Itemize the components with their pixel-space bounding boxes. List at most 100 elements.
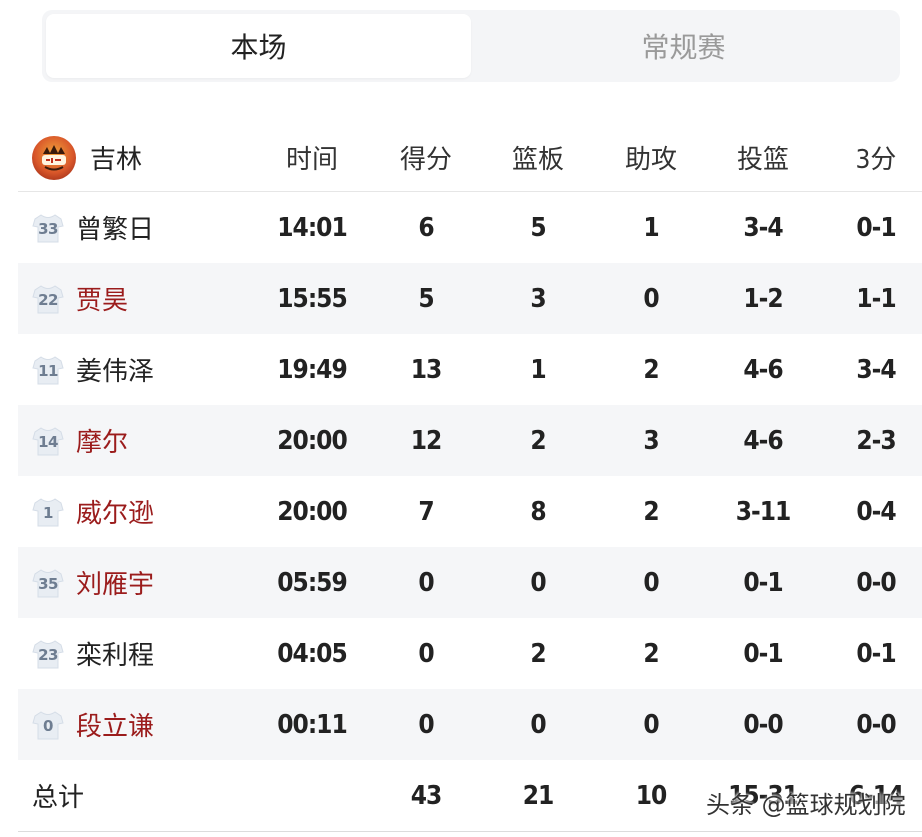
player-three: 3-4 [856, 354, 896, 385]
player-assists: 0 [643, 709, 659, 740]
player-time: 20:00 [277, 425, 347, 456]
player-assists: 2 [643, 354, 659, 385]
table-row-4[interactable]: 14 摩尔 20:00 12 2 3 4-6 2-3 [18, 405, 922, 476]
player-assists: 2 [643, 638, 659, 669]
player-name[interactable]: 栾利程 [76, 635, 154, 672]
player-cell: 23 栾利程 [18, 618, 268, 689]
column-header-three[interactable]: 3分 [836, 124, 916, 191]
player-assists: 0 [643, 567, 659, 598]
tab-bar-container: 本场 常规赛 [18, 0, 922, 120]
player-fg: 3-11 [735, 496, 792, 527]
player-rebounds: 0 [530, 567, 546, 598]
team-cell: 吉林 [18, 124, 268, 191]
player-assists: 2 [643, 496, 659, 527]
table-header: 吉林 时间 得分 篮板 助攻 投篮 3分 [18, 124, 922, 192]
jersey-icon: 0 [32, 710, 64, 740]
player-points: 6 [418, 212, 434, 243]
box-score-table: 吉林 时间 得分 篮板 助攻 投篮 3分 33 曾繁日 14:01 6 5 1 … [18, 124, 922, 832]
player-assists: 3 [643, 425, 659, 456]
player-points: 5 [418, 283, 434, 314]
column-header-time[interactable]: 时间 [262, 124, 362, 191]
player-cell: 33 曾繁日 [18, 192, 268, 263]
player-name[interactable]: 刘雁宇 [76, 564, 154, 601]
player-points: 13 [410, 354, 443, 385]
jersey-number: 23 [38, 645, 58, 664]
totals-assists: 10 [635, 780, 668, 811]
player-name[interactable]: 贾昊 [76, 280, 128, 317]
player-three: 0-1 [856, 638, 896, 669]
column-header-fg[interactable]: 投篮 [713, 124, 813, 191]
player-name[interactable]: 威尔逊 [76, 493, 154, 530]
player-assists: 1 [643, 212, 659, 243]
player-time: 00:11 [277, 709, 347, 740]
jersey-icon: 11 [32, 355, 64, 385]
player-rebounds: 0 [530, 709, 546, 740]
player-cell: 0 段立谦 [18, 689, 268, 760]
player-points: 0 [418, 567, 434, 598]
player-three: 0-4 [856, 496, 896, 527]
table-row-2[interactable]: 22 贾昊 15:55 5 3 0 1-2 1-1 [18, 263, 922, 334]
jersey-number: 1 [43, 503, 53, 522]
player-points: 0 [418, 709, 434, 740]
column-header-rebounds[interactable]: 篮板 [488, 124, 588, 191]
table-row-1[interactable]: 33 曾繁日 14:01 6 5 1 3-4 0-1 [18, 192, 922, 263]
jersey-icon: 33 [32, 213, 64, 243]
totals-rebounds: 21 [522, 780, 555, 811]
table-row-5[interactable]: 1 威尔逊 20:00 7 8 2 3-11 0-4 [18, 476, 922, 547]
column-header-assists[interactable]: 助攻 [601, 124, 701, 191]
player-name[interactable]: 段立谦 [76, 706, 154, 743]
player-rebounds: 5 [530, 212, 546, 243]
table-row-6[interactable]: 35 刘雁宇 05:59 0 0 0 0-1 0-0 [18, 547, 922, 618]
player-points: 0 [418, 638, 434, 669]
column-header-points[interactable]: 得分 [376, 124, 476, 191]
player-cell: 14 摩尔 [18, 405, 268, 476]
player-fg: 1-2 [743, 283, 783, 314]
player-rebounds: 2 [530, 638, 546, 669]
player-time: 04:05 [277, 638, 347, 669]
player-cell: 22 贾昊 [18, 263, 268, 334]
player-cell: 11 姜伟泽 [18, 334, 268, 405]
player-name[interactable]: 曾繁日 [76, 209, 154, 246]
jersey-number: 11 [38, 361, 58, 380]
player-three: 2-3 [856, 425, 896, 456]
table-row-8[interactable]: 0 段立谦 00:11 0 0 0 0-0 0-0 [18, 689, 922, 760]
totals-label-cell: 总计 [18, 760, 268, 831]
watermark: 头条 @篮球规划院 [706, 790, 906, 819]
player-fg: 3-4 [743, 212, 783, 243]
tab-this-game[interactable]: 本场 [46, 14, 471, 78]
player-time: 14:01 [277, 212, 347, 243]
player-cell: 35 刘雁宇 [18, 547, 268, 618]
player-three: 1-1 [856, 283, 896, 314]
player-fg: 0-1 [743, 638, 783, 669]
player-time: 15:55 [277, 283, 347, 314]
team-name: 吉林 [90, 145, 143, 175]
jersey-number: 0 [43, 716, 53, 735]
player-three: 0-0 [856, 709, 896, 740]
player-name[interactable]: 摩尔 [76, 422, 128, 459]
jilin-team-logo-icon [32, 135, 76, 180]
jersey-icon: 35 [32, 568, 64, 598]
player-fg: 4-6 [743, 354, 783, 385]
player-cell: 1 威尔逊 [18, 476, 268, 547]
player-fg: 4-6 [743, 425, 783, 456]
jersey-icon: 1 [32, 497, 64, 527]
player-assists: 0 [643, 283, 659, 314]
tab-regular-season[interactable]: 常规赛 [471, 14, 896, 78]
jersey-number: 14 [38, 432, 58, 451]
player-fg: 0-0 [743, 709, 783, 740]
player-rebounds: 1 [530, 354, 546, 385]
player-points: 12 [410, 425, 443, 456]
jersey-number: 33 [38, 219, 58, 238]
player-name[interactable]: 姜伟泽 [76, 351, 154, 388]
player-three: 0-1 [856, 212, 896, 243]
jersey-icon: 23 [32, 639, 64, 669]
jersey-number: 35 [38, 574, 58, 593]
player-rebounds: 3 [530, 283, 546, 314]
player-points: 7 [418, 496, 434, 527]
player-three: 0-0 [856, 567, 896, 598]
player-rebounds: 2 [530, 425, 546, 456]
box-score-page: 本场 常规赛 吉林 时间 得分 篮板 助攻 投篮 3分 33 曾繁日 14:01… [0, 0, 922, 837]
player-time: 20:00 [277, 496, 347, 527]
table-row-7[interactable]: 23 栾利程 04:05 0 2 2 0-1 0-1 [18, 618, 922, 689]
table-row-3[interactable]: 11 姜伟泽 19:49 13 1 2 4-6 3-4 [18, 334, 922, 405]
